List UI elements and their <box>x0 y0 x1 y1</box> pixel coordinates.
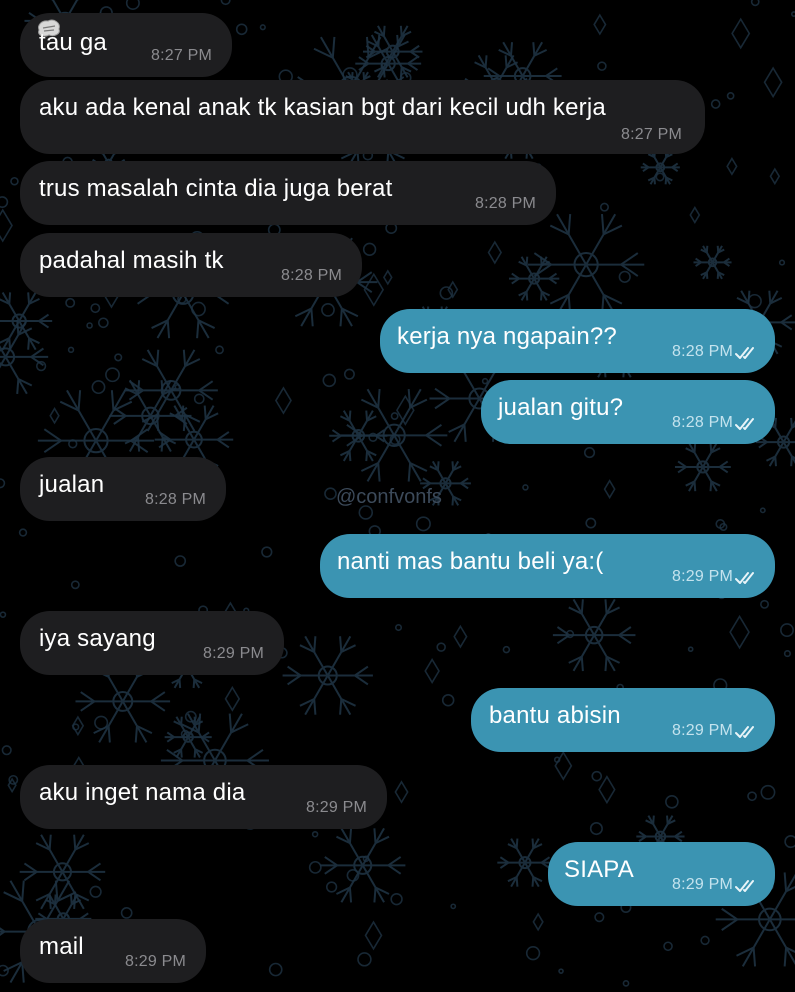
message-time: 8:29 PM <box>125 953 186 970</box>
double-check-icon <box>735 418 754 430</box>
outgoing-message-bubble[interactable]: bantu abisin 8:29 PM <box>471 688 775 752</box>
message-time: 8:29 PM <box>203 645 264 662</box>
message-text: trus masalah cinta dia juga berat <box>39 175 393 202</box>
message-time: 8:29 PM <box>306 799 367 816</box>
incoming-message-bubble[interactable]: jualan 8:28 PM <box>20 457 226 521</box>
message-time: 8:29 PM <box>672 568 733 585</box>
message-time: 8:28 PM <box>672 343 733 360</box>
message-time: 8:27 PM <box>151 47 212 64</box>
outgoing-message-bubble[interactable]: SIAPA 8:29 PM <box>548 842 775 906</box>
message-text: aku inget nama dia <box>39 779 246 806</box>
message-time: 8:28 PM <box>672 414 733 431</box>
message-text: jualan gitu? <box>498 394 624 421</box>
message-text: SIAPA <box>564 856 634 883</box>
message-text: jualan <box>39 471 105 498</box>
double-check-icon <box>735 880 754 892</box>
incoming-message-bubble[interactable]: padahal masih tk 8:28 PM <box>20 233 362 297</box>
message-time: 8:29 PM <box>672 876 733 893</box>
outgoing-message-bubble[interactable]: jualan gitu? 8:28 PM <box>481 380 775 444</box>
double-check-icon <box>735 347 754 359</box>
message-text: aku ada kenal anak tk kasian bgt dari ke… <box>39 94 606 121</box>
message-time: 8:28 PM <box>145 491 206 508</box>
message-text: tau ga <box>39 29 107 56</box>
incoming-message-bubble[interactable]: aku inget nama dia 8:29 PM <box>20 765 387 829</box>
message-text: kerja nya ngapain?? <box>397 323 617 350</box>
double-check-icon <box>735 726 754 738</box>
incoming-message-bubble[interactable]: mail 8:29 PM <box>20 919 206 983</box>
message-time: 8:29 PM <box>672 722 733 739</box>
message-time: 8:28 PM <box>281 267 342 284</box>
message-time: 8:28 PM <box>475 195 536 212</box>
message-text: bantu abisin <box>489 702 621 729</box>
outgoing-message-bubble[interactable]: nanti mas bantu beli ya:( 8:29 PM <box>320 534 775 598</box>
incoming-message-bubble[interactable]: iya sayang 8:29 PM <box>20 611 284 675</box>
message-time: 8:27 PM <box>621 126 682 143</box>
double-check-icon <box>735 572 754 584</box>
incoming-message-bubble[interactable]: trus masalah cinta dia juga berat 8:28 P… <box>20 161 556 225</box>
message-text: iya sayang <box>39 625 156 652</box>
chat-view[interactable]: @confvonfs tau ga 8:27 PM aku ada kenal … <box>0 0 795 992</box>
message-text: padahal masih tk <box>39 247 224 274</box>
watermark-text: @confvonfs <box>336 486 442 508</box>
incoming-message-bubble[interactable]: tau ga 8:27 PM <box>20 13 232 77</box>
outgoing-message-bubble[interactable]: kerja nya ngapain?? 8:28 PM <box>380 309 775 373</box>
incoming-message-bubble[interactable]: aku ada kenal anak tk kasian bgt dari ke… <box>20 80 705 154</box>
message-text: mail <box>39 933 84 960</box>
message-text: nanti mas bantu beli ya:( <box>337 548 604 575</box>
